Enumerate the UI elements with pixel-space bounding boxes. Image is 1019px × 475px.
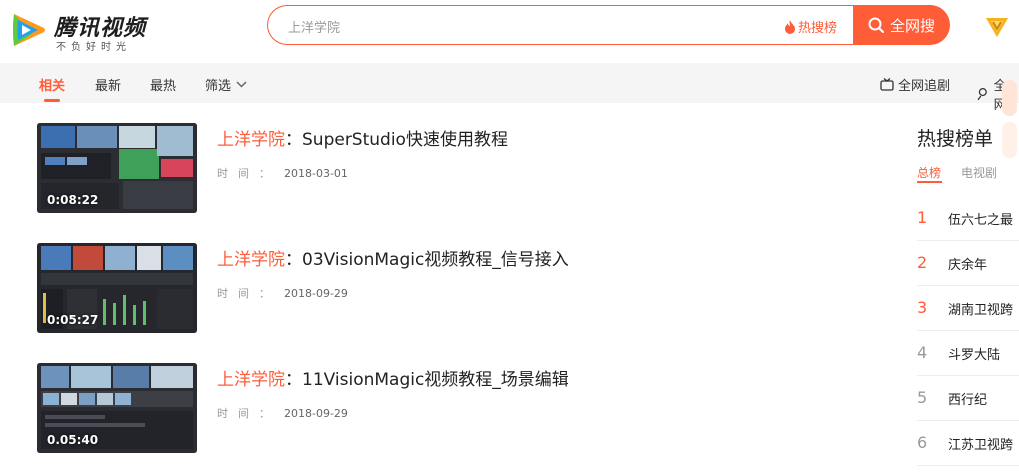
video-thumbnail[interactable]: 0.05:40 (37, 363, 197, 453)
vip-diamond-icon[interactable] (984, 13, 1010, 39)
title-highlight: 上洋学院 (217, 370, 285, 390)
tab-latest[interactable]: 最新 (95, 75, 121, 94)
top-header: 腾讯视频 不负好时光 热搜榜 全网搜 (0, 0, 1019, 63)
follow-shows-link[interactable]: 全网追剧 (880, 75, 950, 94)
title-highlight: 上洋学院 (217, 130, 285, 150)
video-duration: 0:05:27 (47, 313, 99, 327)
video-thumbnail[interactable]: 0:05:27 (37, 243, 197, 333)
hot-list-item[interactable]: 2 庆余年 (917, 241, 1019, 286)
date-label: 时间： (217, 287, 280, 300)
result-item[interactable]: 0:08:22 上洋学院：SuperStudio快速使用教程 时间： 2018-0… (37, 123, 637, 215)
title-text: SuperStudio快速使用教程 (302, 130, 508, 150)
video-date: 2018-03-01 (284, 167, 348, 180)
hot-list-item[interactable]: 3 湖南卫视跨 (917, 286, 1019, 331)
result-item[interactable]: 0.05:40 上洋学院：11VisionMagic视频教程_场景编辑 时间： 2… (37, 363, 637, 455)
hot-list-item[interactable]: 6 江苏卫视跨 (917, 421, 1019, 466)
hot-tab-indicator (917, 181, 942, 183)
search-bar: 热搜榜 全网搜 (267, 5, 950, 45)
hot-rank: 5 (917, 388, 928, 407)
floating-side-widget[interactable] (1000, 80, 1019, 160)
hot-search-panel: 热搜榜单 总榜 电视剧 1 伍六七之最 2 庆余年 3 湖南卫视跨 4 斗罗大陆… (917, 124, 1019, 475)
title-text: 03VisionMagic视频教程_信号接入 (302, 250, 569, 270)
hot-rank: 4 (917, 343, 928, 362)
video-date: 2018-09-29 (284, 407, 348, 420)
flame-icon (785, 19, 795, 34)
hot-list-item[interactable]: 4 斗罗大陆 (917, 331, 1019, 376)
hot-list-item[interactable]: 1 伍六七之最 (917, 196, 1019, 241)
hot-item-name: 伍六七之最 (948, 213, 1014, 228)
video-title[interactable]: 上洋学院：SuperStudio快速使用教程 (217, 125, 508, 150)
result-item[interactable]: 0:05:27 上洋学院：03VisionMagic视频教程_信号接入 时间： 2… (37, 243, 637, 335)
chevron-down-icon (236, 81, 247, 88)
hot-item-name: 庆余年 (948, 258, 988, 273)
title-separator: ： (285, 250, 302, 270)
hot-search-label: 热搜榜 (798, 21, 838, 36)
hot-list-item[interactable]: 5 西行纪 (917, 376, 1019, 421)
search-icon (868, 17, 884, 33)
active-tab-indicator (44, 99, 60, 102)
search-all-button[interactable]: 全网搜 (853, 5, 950, 45)
hot-tab-tv-series[interactable]: 电视剧 (961, 164, 997, 181)
hot-rank: 3 (917, 298, 928, 317)
hot-rank: 1 (917, 208, 928, 227)
hot-item-name: 湖南卫视跨 (948, 303, 1014, 318)
tencent-video-logo[interactable]: 腾讯视频 不负好时光 (8, 8, 148, 53)
video-duration: 0.05:40 (47, 433, 99, 447)
video-date: 2018-09-29 (284, 287, 348, 300)
hot-rank: 2 (917, 253, 928, 272)
video-title[interactable]: 上洋学院：03VisionMagic视频教程_信号接入 (217, 245, 569, 270)
hot-list-title: 热搜榜单 (917, 128, 994, 150)
tv-icon (880, 78, 894, 91)
video-meta: 时间： 2018-09-29 (217, 285, 348, 301)
title-text: 11VisionMagic视频教程_场景编辑 (302, 370, 569, 390)
video-title[interactable]: 上洋学院：11VisionMagic视频教程_场景编辑 (217, 365, 569, 390)
logo-slogan: 不负好时光 (56, 42, 131, 53)
tab-hottest[interactable]: 最热 (150, 75, 176, 94)
play-logo-icon (13, 14, 45, 46)
title-highlight: 上洋学院 (217, 250, 285, 270)
video-meta: 时间： 2018-03-01 (217, 165, 348, 181)
video-meta: 时间： 2018-09-29 (217, 405, 348, 421)
search-input[interactable] (288, 16, 768, 36)
hot-tab-overall[interactable]: 总榜 (917, 164, 941, 181)
person-search-icon (977, 88, 987, 101)
hot-rank: 6 (917, 433, 928, 452)
tab-filter-label: 筛选 (205, 79, 232, 94)
search-box: 热搜榜 (267, 5, 867, 45)
follow-shows-label: 全网追剧 (898, 79, 951, 94)
filter-nav: 相关 最新 最热 筛选 全网追剧 全网 (0, 63, 1019, 113)
video-duration: 0:08:22 (47, 193, 99, 207)
date-label: 时间： (217, 167, 280, 180)
title-separator: ： (285, 130, 302, 150)
search-button-label: 全网搜 (889, 16, 935, 35)
hot-item-name: 斗罗大陆 (948, 348, 1001, 363)
tab-relevant[interactable]: 相关 (39, 75, 65, 94)
video-thumbnail[interactable]: 0:08:22 (37, 123, 197, 213)
date-label: 时间： (217, 407, 280, 420)
hot-item-name: 西行纪 (948, 393, 988, 408)
hot-item-name: 江苏卫视跨 (948, 438, 1014, 453)
tab-filter[interactable]: 筛选 (205, 75, 247, 94)
hot-search-link[interactable]: 热搜榜 (784, 17, 837, 36)
title-separator: ： (285, 370, 302, 390)
